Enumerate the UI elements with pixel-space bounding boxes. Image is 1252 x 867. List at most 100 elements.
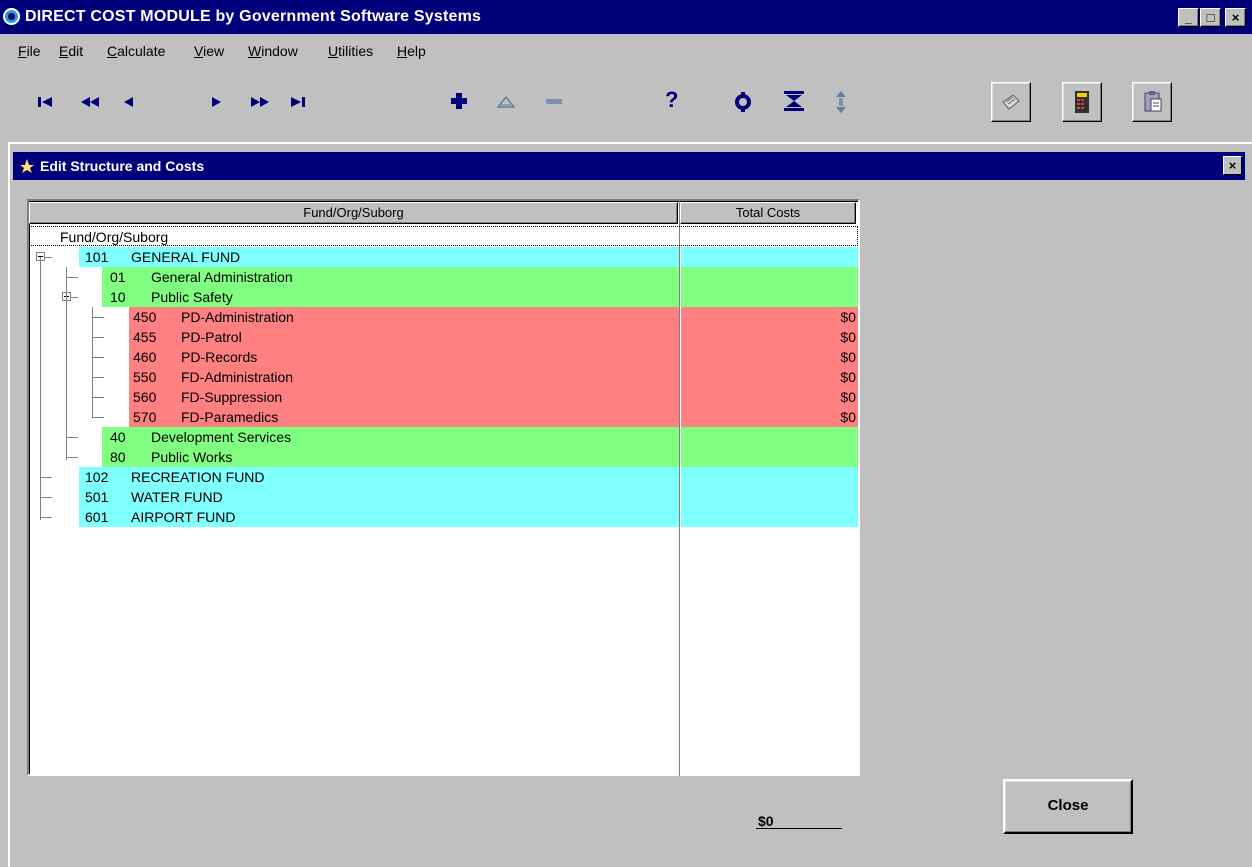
row-cost-cell[interactable]: $0 bbox=[681, 327, 858, 347]
menu-view[interactable]: View bbox=[194, 43, 224, 59]
toolbar: ? bbox=[0, 64, 1252, 142]
tree-row[interactable]: 501 WATER FUND bbox=[79, 487, 679, 507]
close-window-button[interactable]: × bbox=[1225, 8, 1246, 27]
row-code: 455 bbox=[133, 329, 157, 345]
row-code: 570 bbox=[133, 409, 157, 425]
tree-row[interactable]: 80 Public Works bbox=[102, 447, 679, 467]
row-name: Public Safety bbox=[151, 289, 233, 305]
tree-row[interactable]: 601 AIRPORT FUND bbox=[79, 507, 679, 527]
structure-icon bbox=[20, 159, 34, 173]
next-page-icon[interactable] bbox=[250, 95, 272, 109]
tree-connector bbox=[40, 477, 52, 478]
row-cost: $0 bbox=[840, 369, 856, 385]
row-cost-cell[interactable] bbox=[681, 287, 858, 307]
row-cost-cell[interactable]: $0 bbox=[681, 407, 858, 427]
tree-connector bbox=[92, 337, 104, 338]
child-window-title: Edit Structure and Costs bbox=[40, 158, 205, 174]
maximize-button[interactable]: □ bbox=[1200, 8, 1221, 27]
tree-row[interactable]: 01 General Administration bbox=[102, 267, 679, 287]
tree-row[interactable]: 101 GENERAL FUND bbox=[79, 247, 679, 267]
tree-row[interactable]: 102 RECREATION FUND bbox=[79, 467, 679, 487]
child-title-bar: Edit Structure and Costs × bbox=[13, 152, 1245, 180]
minimize-button[interactable]: _ bbox=[1178, 8, 1199, 27]
row-code: 450 bbox=[133, 309, 157, 325]
row-cost-cell[interactable]: $0 bbox=[681, 347, 858, 367]
menu-edit[interactable]: Edit bbox=[59, 43, 83, 59]
clipboard-icon bbox=[1144, 91, 1162, 112]
row-name: General Administration bbox=[151, 269, 293, 285]
report-button[interactable] bbox=[991, 82, 1031, 122]
delete-record-icon[interactable] bbox=[545, 99, 563, 105]
application-window: DIRECT COST MODULE by Government Softwar… bbox=[0, 0, 1252, 867]
menu-utilities[interactable]: Utilities bbox=[328, 43, 373, 59]
close-icon: × bbox=[1228, 158, 1237, 173]
tree-connector bbox=[92, 417, 104, 418]
row-cost-cell[interactable] bbox=[681, 427, 858, 447]
tree-row[interactable]: 560 FD-Suppression bbox=[129, 387, 679, 407]
title-bar: DIRECT COST MODULE by Government Softwar… bbox=[0, 0, 1252, 34]
tree-connector bbox=[92, 377, 104, 378]
tree-row[interactable]: 10 Public Safety bbox=[102, 287, 679, 307]
row-cost: $0 bbox=[840, 389, 856, 405]
tree-connector bbox=[66, 277, 78, 278]
add-record-icon[interactable] bbox=[450, 92, 468, 110]
refresh-icon[interactable] bbox=[733, 92, 753, 112]
menu-window[interactable]: Window bbox=[248, 43, 298, 59]
row-cost-cell[interactable] bbox=[681, 447, 858, 467]
row-cost-cell[interactable]: $0 bbox=[681, 307, 858, 327]
root-label: Fund/Org/Suborg bbox=[60, 229, 169, 245]
maximize-icon: □ bbox=[1206, 10, 1215, 25]
row-name: WATER FUND bbox=[131, 489, 223, 505]
tree-row[interactable]: 460 PD-Records bbox=[129, 347, 679, 367]
column-header-total-costs[interactable]: Total Costs bbox=[680, 202, 856, 224]
total-underline bbox=[756, 828, 842, 829]
first-record-icon[interactable] bbox=[37, 95, 53, 109]
row-cost-cell[interactable] bbox=[681, 507, 858, 527]
row-name: PD-Patrol bbox=[181, 329, 242, 345]
row-cost-cell[interactable]: $0 bbox=[681, 367, 858, 387]
row-cost: $0 bbox=[840, 309, 856, 325]
row-code: 102 bbox=[85, 469, 109, 485]
tree-row[interactable]: 570 FD-Paramedics bbox=[129, 407, 679, 427]
grid-root-row[interactable]: Fund/Org/Suborg bbox=[29, 226, 858, 246]
tree-row[interactable]: 450 PD-Administration bbox=[129, 307, 679, 327]
tree-row[interactable]: 550 FD-Administration bbox=[129, 367, 679, 387]
tree-connector bbox=[40, 257, 41, 520]
row-name: FD-Suppression bbox=[181, 389, 283, 405]
tree-connector bbox=[92, 397, 104, 398]
row-code: 460 bbox=[133, 349, 157, 365]
row-cost: $0 bbox=[840, 329, 856, 345]
row-cost-cell[interactable]: $0 bbox=[681, 387, 858, 407]
menu-calculate[interactable]: Calculate bbox=[107, 43, 165, 59]
row-cost-cell[interactable] bbox=[681, 467, 858, 487]
menu-help[interactable]: Help bbox=[397, 43, 426, 59]
calculator-icon bbox=[1075, 91, 1089, 113]
child-close-button[interactable]: × bbox=[1223, 156, 1242, 175]
edit-record-icon[interactable] bbox=[497, 96, 515, 108]
row-code: 560 bbox=[133, 389, 157, 405]
help-icon[interactable]: ? bbox=[665, 87, 678, 113]
previous-record-icon[interactable] bbox=[122, 95, 134, 109]
row-name: PD-Records bbox=[181, 349, 258, 365]
row-code: 550 bbox=[133, 369, 157, 385]
close-button[interactable]: Close bbox=[1003, 779, 1133, 834]
row-code: 40 bbox=[110, 429, 126, 445]
expand-all-icon[interactable] bbox=[834, 90, 848, 114]
calculator-button[interactable] bbox=[1062, 82, 1102, 122]
previous-page-icon[interactable] bbox=[79, 95, 101, 109]
tree-connector bbox=[66, 267, 67, 460]
next-record-icon[interactable] bbox=[211, 95, 223, 109]
menu-file[interactable]: File bbox=[18, 43, 41, 59]
tree-row[interactable]: 455 PD-Patrol bbox=[129, 327, 679, 347]
tree-row[interactable]: 40 Development Services bbox=[102, 427, 679, 447]
row-name: FD-Administration bbox=[181, 369, 294, 385]
row-cost-cell[interactable] bbox=[681, 267, 858, 287]
last-record-icon[interactable] bbox=[290, 95, 306, 109]
row-cost-cell[interactable] bbox=[681, 247, 858, 267]
row-code: 01 bbox=[110, 269, 126, 285]
window-title: DIRECT COST MODULE by Government Softwar… bbox=[25, 8, 482, 25]
column-header-fund-org-suborg[interactable]: Fund/Org/Suborg bbox=[29, 202, 678, 224]
row-cost-cell[interactable] bbox=[681, 487, 858, 507]
clipboard-button[interactable] bbox=[1132, 82, 1172, 122]
collapse-all-icon[interactable] bbox=[783, 90, 805, 112]
